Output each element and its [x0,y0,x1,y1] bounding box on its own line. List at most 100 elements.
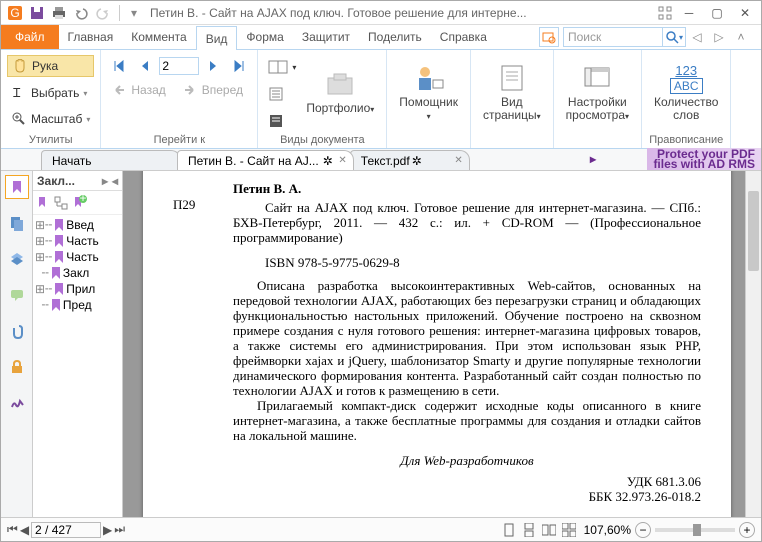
layers-tab-icon[interactable] [5,247,29,271]
promo-banner[interactable]: ▸ Protect your PDF files with AD RMS [647,148,761,170]
search-placeholder: Поиск [568,30,601,44]
nav-fwd-button[interactable]: Вперед [178,80,247,100]
tab-close-icon[interactable]: ✕ [454,155,462,166]
tab-doc2[interactable]: Текст.pdf ✲✕ [350,150,470,170]
viewsettings-button[interactable]: Настройки просмотра▾ [560,52,635,132]
zoom-out-button[interactable]: − [635,522,651,538]
document-view[interactable]: ББК ББК 32.973.26-018.2 П29 Петин В. А. … [123,171,761,517]
ribbon-group-doctype-label: Виды документа [264,132,380,148]
status-page-input[interactable]: 2 / 427 [31,522,101,538]
viewsettings-label: Настройки просмотра [566,95,627,122]
bookmark-item[interactable]: ⊞╌Введ [33,217,122,233]
layout-facing-cont-icon[interactable] [562,523,576,537]
tab-doc1[interactable]: Петин В. - Сайт на AJ... ✲✕ [177,150,354,170]
read-mode-button[interactable]: ▾ [264,57,300,77]
portfolio-button[interactable]: Портфолио▾ [300,52,380,132]
status-next-page-icon[interactable]: ▶ [103,523,112,537]
collapse-ribbon-icon[interactable]: ˄ [730,27,752,47]
last-page-button[interactable] [227,56,251,76]
zoom-slider[interactable] [655,528,735,532]
signatures-tab-icon[interactable] [5,391,29,415]
menu-file[interactable]: Файл [1,25,59,49]
hand-tool-button[interactable]: Рука [7,55,94,77]
prev-result-icon[interactable]: ◁ [686,27,708,47]
ribbon-toggle-icon[interactable] [655,3,675,23]
side-tab-strip [1,171,33,517]
vertical-scrollbar[interactable] [745,171,761,517]
minimize-button[interactable]: ─ [677,4,701,22]
zoom-icon [11,111,27,127]
dropdown-icon[interactable]: ▾ [124,3,144,23]
layout-continuous-icon[interactable] [522,523,536,537]
menu-share[interactable]: Поделить [359,25,431,49]
print-icon[interactable] [49,3,69,23]
tab-doc1-label: Петин В. - Сайт на AJ... [188,154,319,168]
menu-protect[interactable]: Защитит [293,25,359,49]
search-mode-icon[interactable] [539,27,559,47]
night-mode-button[interactable] [264,111,300,131]
save-icon[interactable] [27,3,47,23]
doc-author: Петин В. А. [233,181,701,196]
status-first-page-icon[interactable]: ⏮ [7,522,18,537]
menu-home[interactable]: Главная [59,25,123,49]
undo-icon[interactable] [71,3,91,23]
menu-form[interactable]: Форма [237,25,292,49]
status-last-page-icon[interactable]: ⏭ [114,522,125,537]
first-page-button[interactable] [107,56,131,76]
zoom-in-button[interactable]: + [739,522,755,538]
search-input[interactable]: Поиск [563,27,663,47]
bookmarks-tab-icon[interactable] [5,175,29,199]
ribbon-group-nav: Назад Вперед Перейти к [101,50,258,148]
scrollbar-thumb[interactable] [748,191,759,271]
layout-single-icon[interactable] [502,523,516,537]
page-input[interactable] [159,57,199,75]
comments-tab-icon[interactable] [5,283,29,307]
expand-all-icon[interactable] [35,195,51,211]
ribbon-group-viewsettings: Настройки просмотра▾ [554,50,642,148]
wordcount-button[interactable]: 123 ABC Количество слов [648,52,724,132]
assistant-button[interactable]: Помощник▾ [393,52,464,132]
select-tool-button[interactable]: ᏆВыбрать▾ [7,83,94,103]
tab-close-icon[interactable]: ✕ [338,155,346,166]
assistant-label: Помощник [399,95,458,109]
bookmark-item[interactable]: ⊞╌Часть [33,233,122,249]
tab-start[interactable]: Начать [41,150,181,170]
add-bookmark-icon[interactable]: + [71,195,87,211]
nav-back-button[interactable]: Назад [107,80,169,100]
pageview-button[interactable]: Вид страницы▾ [477,52,547,132]
bookmark-item[interactable]: ⊞╌Часть [33,249,122,265]
svg-text:+: + [79,195,86,205]
menu-view[interactable]: Вид [196,26,238,50]
maximize-button[interactable]: ▢ [705,4,729,22]
zoom-slider-handle[interactable] [693,524,701,536]
ribbon-group-wordcount: 123 ABC Количество слов Правописание [642,50,731,148]
menu-help[interactable]: Справка [431,25,496,49]
app-icon: G [5,3,25,23]
next-page-button[interactable] [201,56,225,76]
reflow-button[interactable] [264,84,300,104]
bookmark-item[interactable]: ╌Закл [33,265,122,281]
bookmark-item[interactable]: ╌Пред [33,297,122,313]
document-tabs: Начать Петин В. - Сайт на AJ... ✲✕ Текст… [1,149,761,171]
attachments-tab-icon[interactable] [5,319,29,343]
zoom-tool-button[interactable]: Масштаб▾ [7,109,94,129]
layout-facing-icon[interactable] [542,523,556,537]
panel-close-icon[interactable]: ◂ [112,174,118,188]
bookmark-item[interactable]: ⊞╌Прил [33,281,122,297]
prev-page-button[interactable] [133,56,157,76]
zoom-label: Масштаб [31,112,82,126]
bookmarks-header: Закл...▸◂ [33,171,122,191]
tree-icon[interactable] [53,195,69,211]
pages-tab-icon[interactable] [5,211,29,235]
status-prev-page-icon[interactable]: ◀ [20,523,29,537]
titlebar: G ▾ Петин В. - Сайт на AJAX под ключ. Го… [1,1,761,25]
hand-icon [12,58,28,74]
close-button[interactable]: ✕ [733,4,757,22]
next-result-icon[interactable]: ▷ [708,27,730,47]
search-button[interactable]: ▾ [662,27,686,47]
menu-comment[interactable]: Коммента [122,25,196,49]
ribbon-group-assistant: Помощник▾ [387,50,471,148]
doc-p29-mid: П29 [173,197,195,212]
redo-icon[interactable] [93,3,113,23]
security-tab-icon[interactable] [5,355,29,379]
